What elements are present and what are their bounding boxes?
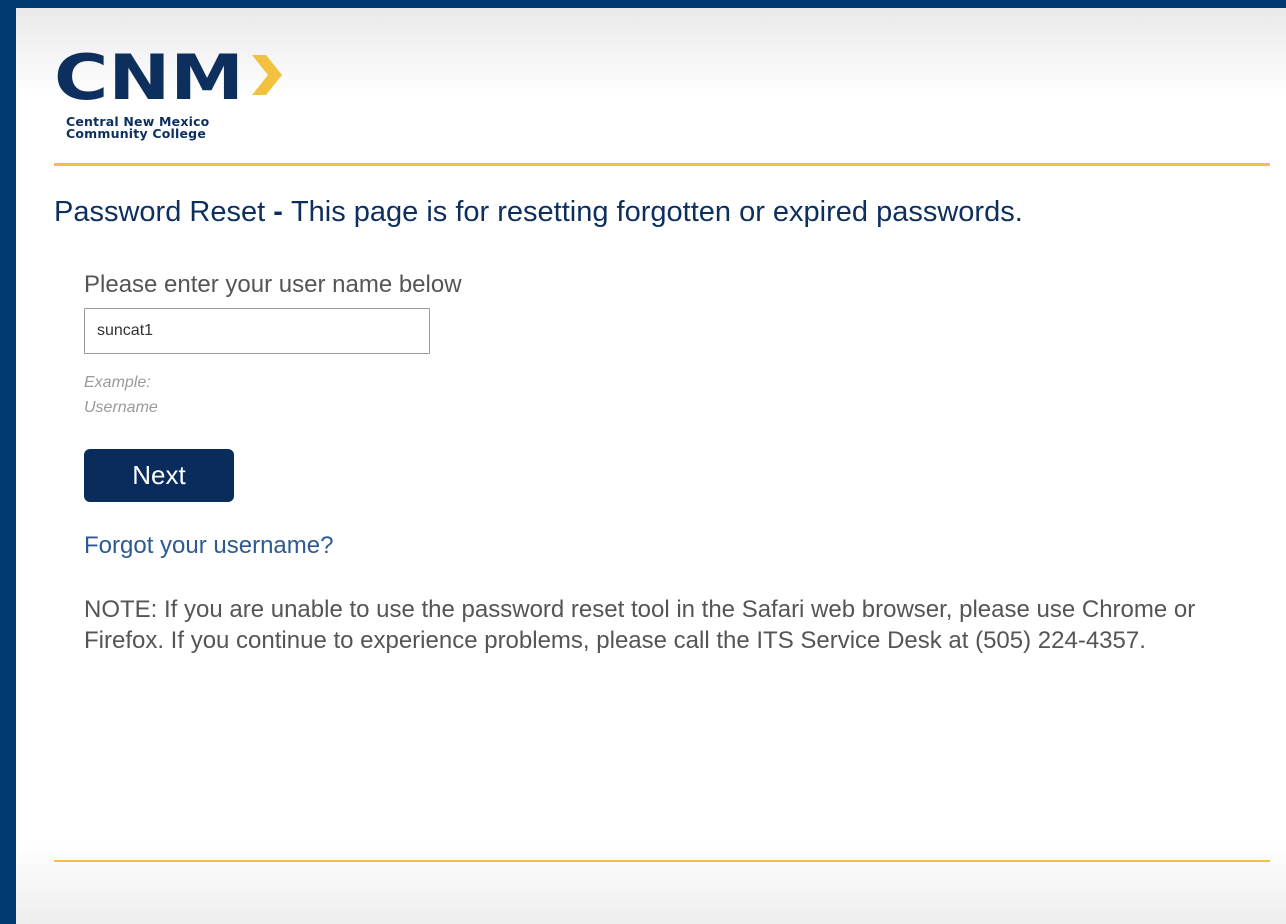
logo-college-name: Central New Mexico Community College [66,115,209,141]
page-title-text: This page is for resetting forgotten or … [290,196,1023,228]
logo-wordmark: CNM [54,41,244,111]
example-label: Example: [84,374,151,391]
password-reset-card: CNM Central New Mexico Community College… [16,8,1286,924]
page-title-prefix: Password Reset [54,196,266,228]
chevron-right-icon [252,55,282,95]
username-input[interactable] [84,308,430,354]
cnm-wordmark: CNM [54,41,282,111]
username-example-hint: Example: Username [84,370,158,420]
footer-divider [54,860,1270,862]
example-value: Username [84,399,158,416]
cnm-logo: CNM Central New Mexico Community College [54,41,294,151]
page-title-separator: - [265,196,291,228]
header-divider [54,163,1270,166]
username-prompt: Please enter your user name below [84,271,462,298]
next-button[interactable]: Next [84,449,234,502]
logo-college-line2: Community College [66,126,207,141]
browser-note: NOTE: If you are unable to use the passw… [84,596,1196,654]
page-title: Password Reset - This page is for resett… [54,196,1023,229]
forgot-username-link[interactable]: Forgot your username? [84,532,333,560]
